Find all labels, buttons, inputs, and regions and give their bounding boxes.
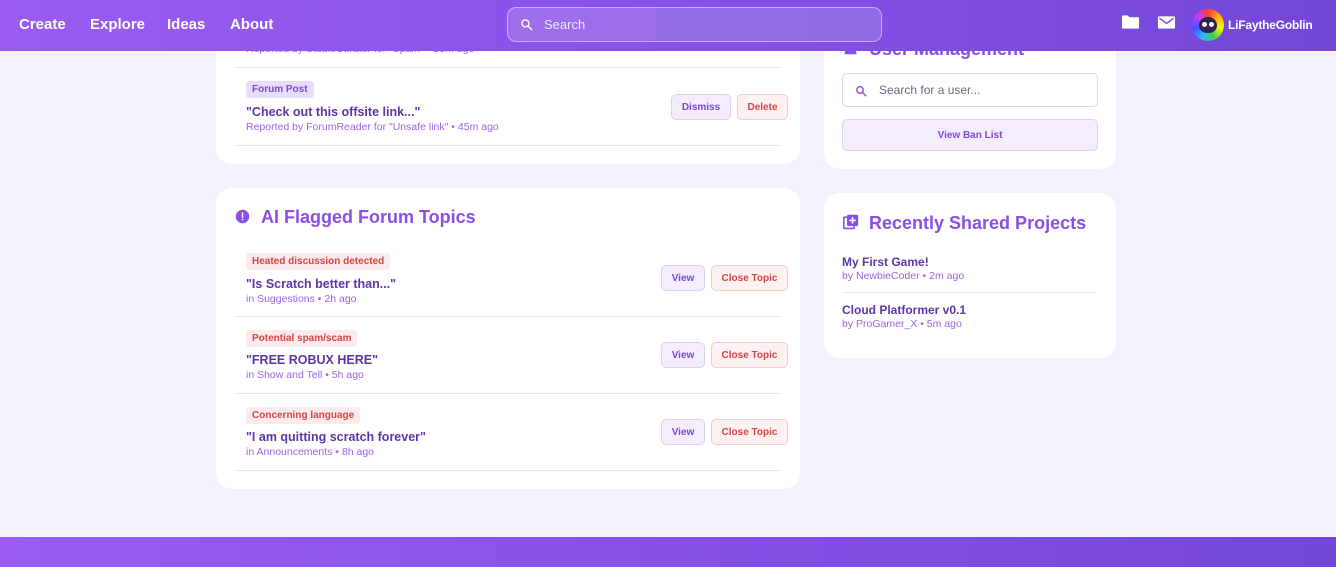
dismiss-button[interactable]: Dismiss: [671, 94, 731, 120]
report-title[interactable]: "Check out this offsite link...": [246, 105, 420, 119]
nav-ideas-link[interactable]: Ideas: [167, 16, 205, 33]
project-meta: by ProGamer_X • 5m ago: [842, 318, 962, 330]
delete-button[interactable]: Delete: [737, 94, 788, 120]
project-title[interactable]: Cloud Platformer v0.1: [842, 303, 966, 317]
report-meta: Reported by ForumReader for "Unsafe link…: [246, 121, 499, 133]
global-search-box[interactable]: [507, 7, 882, 42]
flag-reason-tag: Concerning language: [246, 407, 361, 424]
project-title[interactable]: My First Game!: [842, 255, 929, 269]
mail-icon[interactable]: [1157, 15, 1176, 30]
nav-explore-link[interactable]: Explore: [90, 16, 145, 33]
user-avatar[interactable]: [1192, 9, 1224, 41]
avatar-face: [1199, 17, 1217, 33]
view-topic-button[interactable]: View: [661, 265, 705, 291]
library-add-icon: [843, 214, 859, 230]
project-meta: by NewbieCoder • 2m ago: [842, 270, 965, 282]
flagged-topic-title[interactable]: "I am quitting scratch forever": [246, 430, 426, 444]
flagged-topic-row: Concerning language "I am quitting scrat…: [234, 394, 788, 471]
page-footer: [0, 537, 1336, 567]
user-search-input[interactable]: [879, 74, 1089, 106]
close-topic-button[interactable]: Close Topic: [711, 419, 788, 445]
flagged-topic-meta: in Suggestions • 2h ago: [246, 293, 357, 305]
avatar-eye-right: [1209, 22, 1214, 27]
avatar-eye-left: [1202, 22, 1207, 27]
recent-projects-title: Recently Shared Projects: [869, 213, 1087, 233]
flagged-topic-row: Heated discussion detected "Is Scratch b…: [234, 240, 788, 317]
flag-reason-tag: Heated discussion detected: [246, 253, 391, 270]
flagged-topic-title[interactable]: "FREE ROBUX HERE": [246, 353, 378, 367]
flagged-topic-title[interactable]: "Is Scratch better than...": [246, 277, 396, 291]
flag-reason-tag: Potential spam/scam: [246, 330, 358, 347]
nav-create-link[interactable]: Create: [19, 16, 66, 33]
project-divider: [842, 292, 1096, 293]
user-search-box[interactable]: [842, 73, 1098, 107]
ai-flagged-topics-card: AI Flagged Forum Topics Heated discussio…: [216, 188, 800, 489]
top-navigation-bar: Create Explore Ideas About LiFaytheGobli…: [0, 0, 1336, 51]
close-topic-button[interactable]: Close Topic: [711, 265, 788, 291]
flagged-topic-meta: in Announcements • 8h ago: [246, 446, 375, 458]
view-topic-button[interactable]: View: [661, 342, 705, 368]
search-icon: [521, 19, 533, 31]
nav-about-link[interactable]: About: [230, 16, 273, 33]
close-topic-button[interactable]: Close Topic: [711, 342, 788, 368]
username-label[interactable]: LiFaytheGoblin: [1228, 18, 1313, 32]
view-topic-button[interactable]: View: [661, 419, 705, 445]
recent-projects-card: Recently Shared Projects My First Game! …: [824, 193, 1116, 358]
alert-icon: [235, 209, 250, 224]
view-ban-list-button[interactable]: View Ban List: [842, 119, 1098, 151]
flagged-topic-row: Potential spam/scam "FREE ROBUX HERE" in…: [234, 317, 788, 394]
flagged-topic-meta: in Show and Tell • 5h ago: [246, 369, 364, 381]
ai-flagged-title: AI Flagged Forum Topics: [261, 207, 476, 227]
folder-icon[interactable]: [1121, 14, 1140, 30]
report-row: Forum Post "Check out this offsite link.…: [234, 68, 788, 146]
global-search-input[interactable]: [544, 8, 874, 41]
search-icon: [856, 86, 867, 97]
report-type-tag: Forum Post: [246, 81, 314, 98]
